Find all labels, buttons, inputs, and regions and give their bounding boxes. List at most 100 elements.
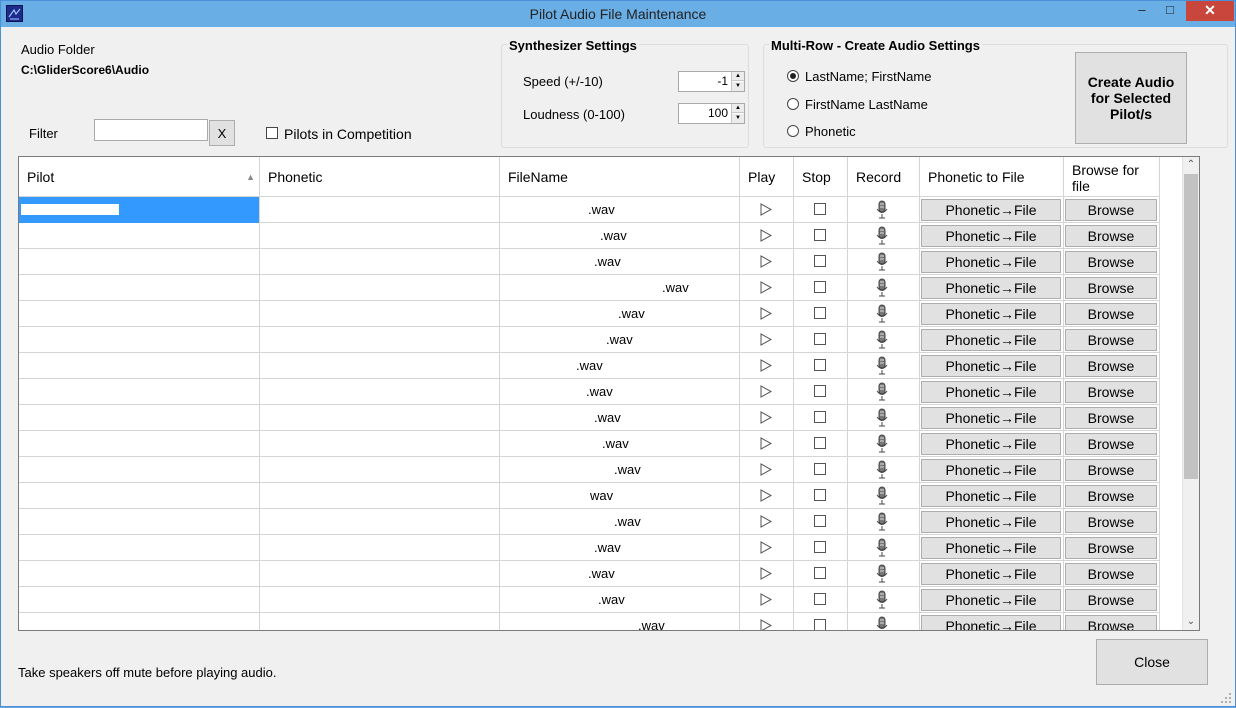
pilots-in-competition-checkbox[interactable] [266, 127, 278, 139]
record-cell[interactable] [848, 327, 920, 353]
play-cell[interactable] [740, 613, 794, 631]
phonetic-to-file-button[interactable]: Phonetic→File [921, 407, 1061, 429]
table-row[interactable]: .wav Phonetic→File Browse [19, 509, 1160, 535]
pilot-cell[interactable] [19, 301, 260, 327]
pilot-cell[interactable] [19, 535, 260, 561]
filename-cell[interactable]: .wav [500, 457, 740, 483]
record-cell[interactable] [848, 249, 920, 275]
phonetic-cell[interactable] [260, 587, 500, 613]
browse-button[interactable]: Browse [1065, 485, 1157, 507]
play-cell[interactable] [740, 379, 794, 405]
stop-checkbox[interactable] [814, 541, 826, 553]
play-cell[interactable] [740, 405, 794, 431]
table-row[interactable]: .wav Phonetic→File Browse [19, 535, 1160, 561]
phonetic-cell[interactable] [260, 379, 500, 405]
browse-button[interactable]: Browse [1065, 589, 1157, 611]
table-row[interactable]: .wav Phonetic→File Browse [19, 379, 1160, 405]
play-cell[interactable] [740, 249, 794, 275]
microphone-icon[interactable] [876, 616, 888, 631]
pilot-cell[interactable] [19, 561, 260, 587]
phonetic-to-file-button[interactable]: Phonetic→File [921, 329, 1061, 351]
stop-checkbox[interactable] [814, 489, 826, 501]
microphone-icon[interactable] [876, 382, 888, 402]
play-cell[interactable] [740, 197, 794, 223]
play-icon[interactable] [760, 255, 772, 268]
table-row[interactable]: .wav Phonetic→File Browse [19, 431, 1160, 457]
title-bar[interactable]: Pilot Audio File Maintenance ‒ □ ✕ [1, 1, 1235, 27]
filter-input[interactable] [94, 119, 208, 141]
play-icon[interactable] [760, 307, 772, 320]
browse-button[interactable]: Browse [1065, 459, 1157, 481]
phonetic-cell[interactable] [260, 301, 500, 327]
microphone-icon[interactable] [876, 512, 888, 532]
phonetic-cell[interactable] [260, 561, 500, 587]
phonetic-to-file-button[interactable]: Phonetic→File [921, 355, 1061, 377]
phonetic-to-file-button[interactable]: Phonetic→File [921, 615, 1061, 630]
pilot-cell[interactable] [19, 275, 260, 301]
table-row[interactable]: .wav Phonetic→File Browse [19, 613, 1160, 631]
play-icon[interactable] [760, 229, 772, 242]
table-row[interactable]: .wav Phonetic→File Browse [19, 457, 1160, 483]
play-icon[interactable] [760, 203, 772, 216]
record-cell[interactable] [848, 587, 920, 613]
microphone-icon[interactable] [876, 278, 888, 298]
table-row[interactable]: .wav Phonetic→File Browse [19, 249, 1160, 275]
microphone-icon[interactable] [876, 226, 888, 246]
stop-cell[interactable] [794, 197, 848, 223]
stop-cell[interactable] [794, 379, 848, 405]
scroll-thumb[interactable] [1184, 174, 1198, 479]
radio-phonetic[interactable] [787, 125, 799, 137]
play-cell[interactable] [740, 353, 794, 379]
record-cell[interactable] [848, 223, 920, 249]
clear-filter-button[interactable]: X [209, 120, 235, 146]
stop-checkbox[interactable] [814, 411, 826, 423]
radio-lastname-firstname[interactable] [787, 70, 799, 82]
play-icon[interactable] [760, 281, 772, 294]
filename-cell[interactable]: .wav [500, 301, 740, 327]
play-cell[interactable] [740, 301, 794, 327]
play-icon[interactable] [760, 489, 772, 502]
stop-checkbox[interactable] [814, 281, 826, 293]
play-cell[interactable] [740, 457, 794, 483]
col-header-phonetic-to-file[interactable]: Phonetic to File [920, 157, 1064, 197]
pilot-cell[interactable] [19, 223, 260, 249]
col-header-filename[interactable]: FileName [500, 157, 740, 197]
phonetic-to-file-button[interactable]: Phonetic→File [921, 303, 1061, 325]
phonetic-cell[interactable] [260, 223, 500, 249]
filename-cell[interactable]: .wav [500, 223, 740, 249]
phonetic-to-file-button[interactable]: Phonetic→File [921, 251, 1061, 273]
stop-checkbox[interactable] [814, 619, 826, 630]
filename-cell[interactable]: .wav [500, 197, 740, 223]
table-row[interactable]: .wav Phonetic→File Browse [19, 561, 1160, 587]
record-cell[interactable] [848, 275, 920, 301]
stop-cell[interactable] [794, 509, 848, 535]
filename-cell[interactable]: .wav [500, 275, 740, 301]
filename-cell[interactable]: .wav [500, 587, 740, 613]
pilot-audio-grid[interactable]: Pilot ▲ Phonetic FileName Play Stop Reco… [18, 156, 1200, 631]
phonetic-cell[interactable] [260, 457, 500, 483]
play-icon[interactable] [760, 593, 772, 606]
stop-cell[interactable] [794, 301, 848, 327]
scroll-down-icon[interactable]: ⌄ [1183, 614, 1199, 630]
microphone-icon[interactable] [876, 460, 888, 480]
minimize-button[interactable]: ‒ [1129, 1, 1155, 21]
record-cell[interactable] [848, 561, 920, 587]
stop-cell[interactable] [794, 457, 848, 483]
browse-button[interactable]: Browse [1065, 303, 1157, 325]
filename-cell[interactable]: .wav [500, 561, 740, 587]
pilot-cell[interactable] [19, 379, 260, 405]
stop-cell[interactable] [794, 431, 848, 457]
phonetic-to-file-button[interactable]: Phonetic→File [921, 589, 1061, 611]
browse-button[interactable]: Browse [1065, 563, 1157, 585]
filename-cell[interactable]: .wav [500, 535, 740, 561]
play-icon[interactable] [760, 619, 772, 631]
stop-cell[interactable] [794, 249, 848, 275]
stop-checkbox[interactable] [814, 385, 826, 397]
play-icon[interactable] [760, 411, 772, 424]
phonetic-cell[interactable] [260, 353, 500, 379]
phonetic-to-file-button[interactable]: Phonetic→File [921, 433, 1061, 455]
stop-checkbox[interactable] [814, 203, 826, 215]
pilot-cell[interactable] [19, 249, 260, 275]
filename-cell[interactable]: .wav [500, 249, 740, 275]
pilot-cell[interactable] [19, 457, 260, 483]
